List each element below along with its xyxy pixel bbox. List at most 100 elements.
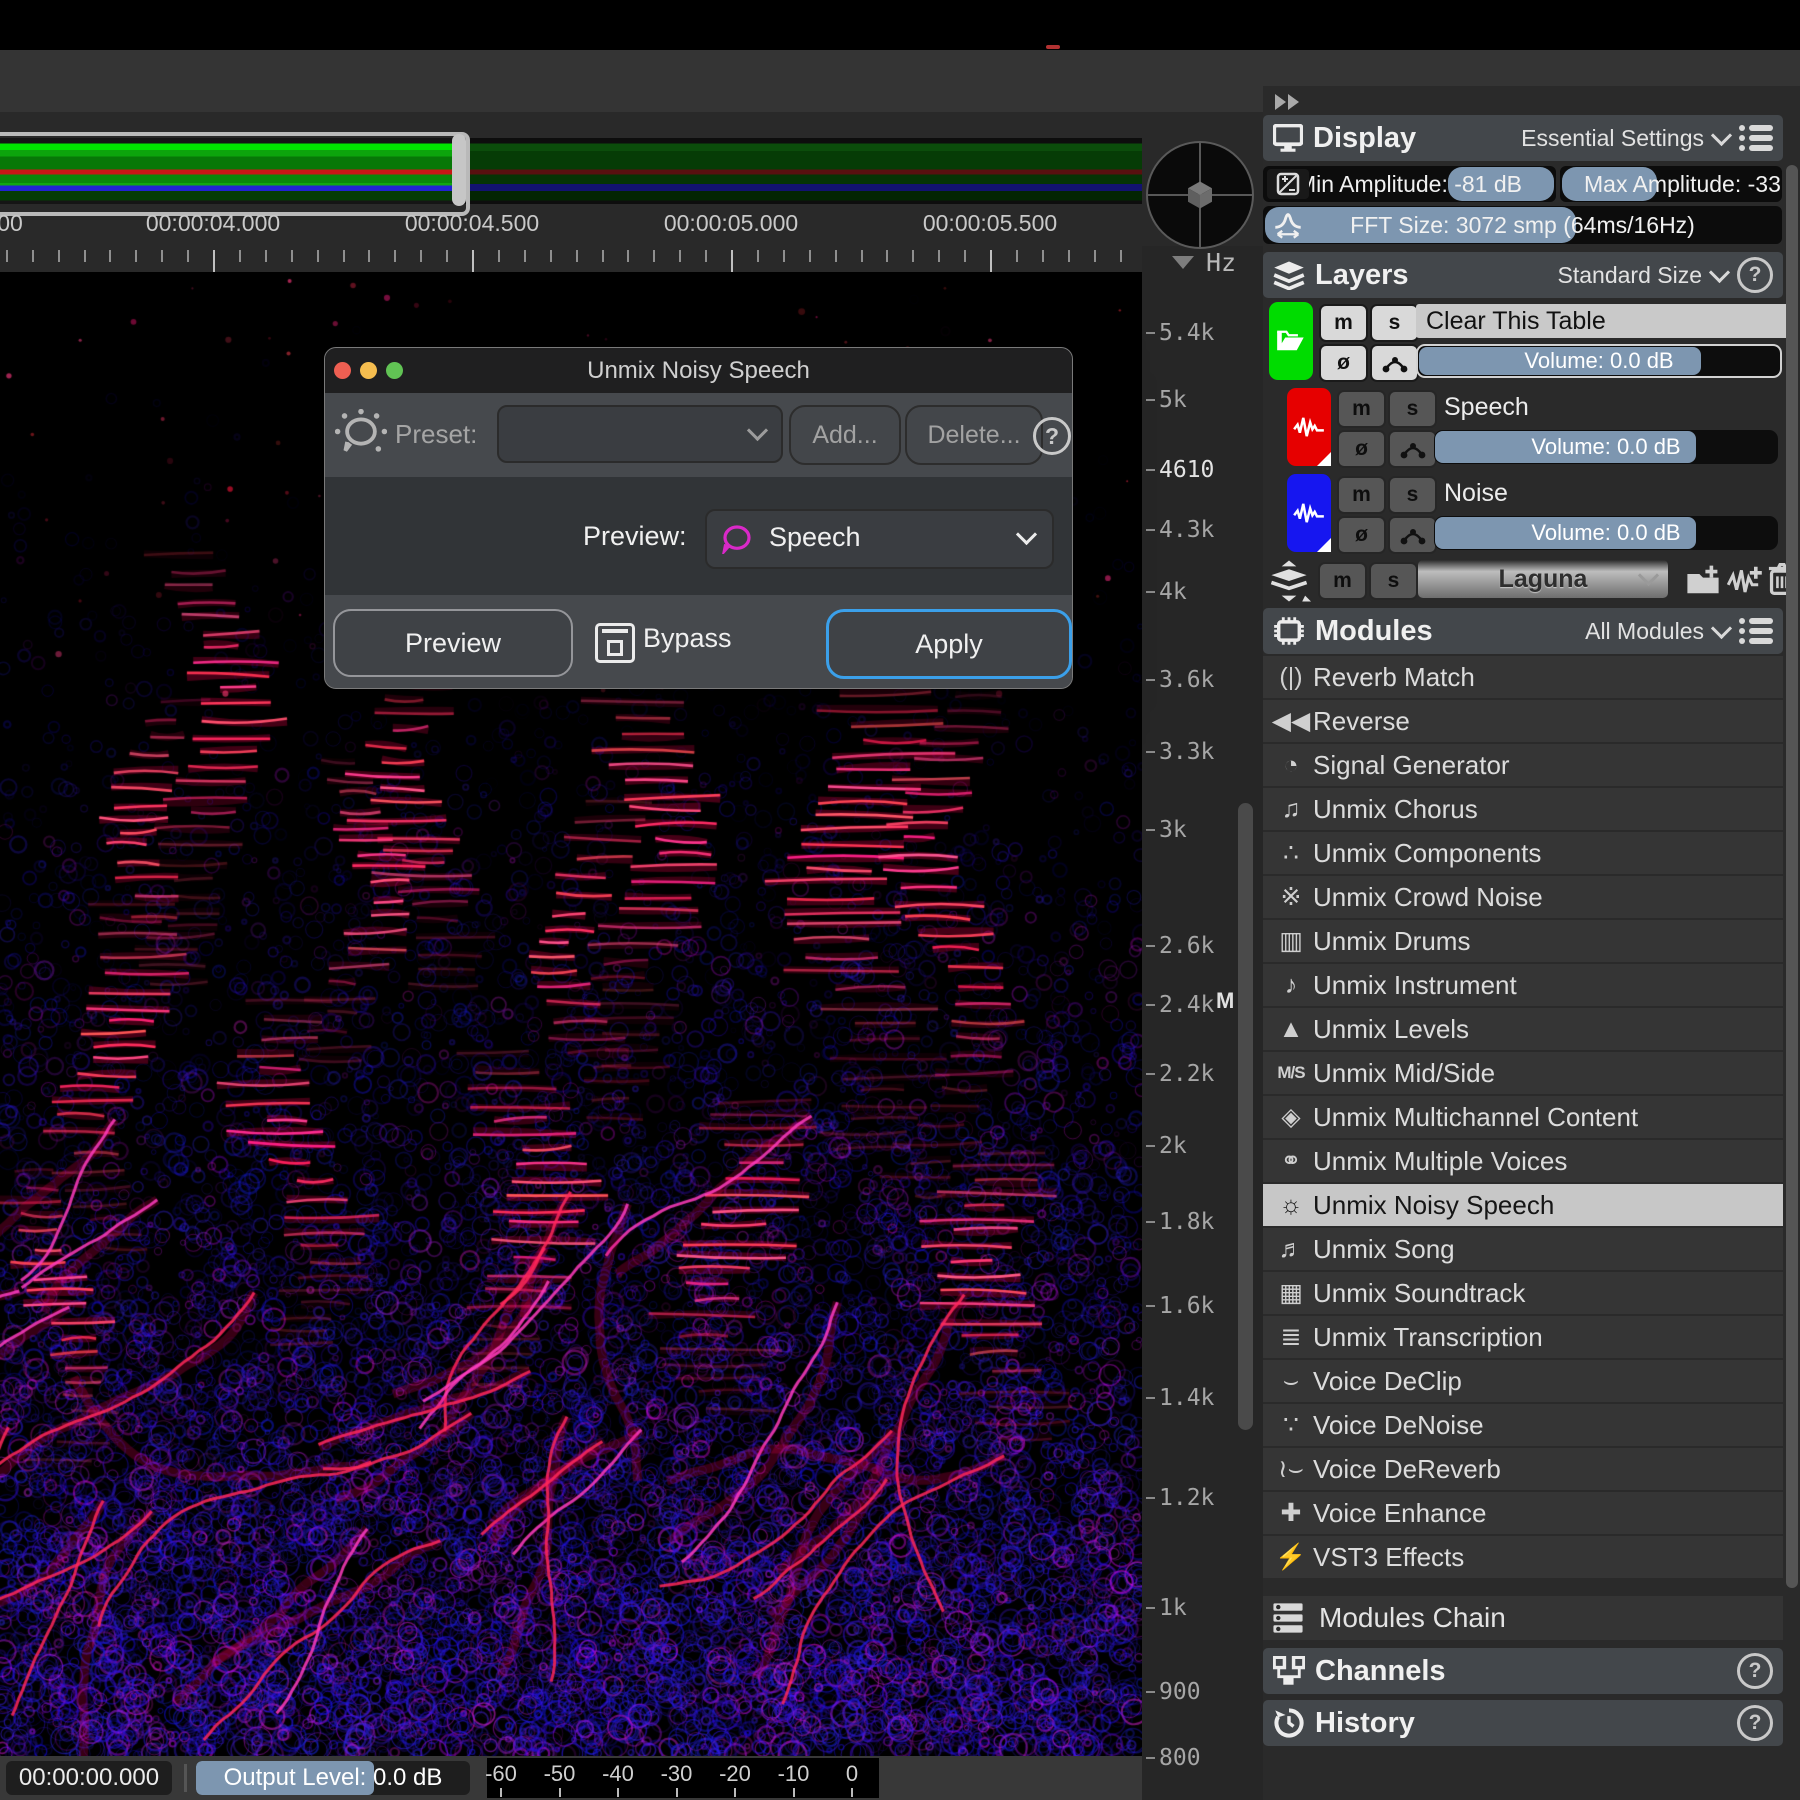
module-item-reverse[interactable]: ◀◀Reverse [1263,700,1783,744]
overview-viewport-handle[interactable] [452,134,466,206]
module-label: Signal Generator [1313,750,1510,781]
module-item-unmix-mid-side[interactable]: M/SUnmix Mid/Side [1263,1052,1783,1096]
layer-solo-button[interactable]: s [1388,390,1437,428]
history-section-header[interactable]: History ? [1263,1700,1783,1746]
fft-size-slider[interactable]: FFT Size: 3072 smp (64ms/16Hz) [1263,206,1782,244]
unmix-noisy-speech-icon: ☼ [1269,1191,1313,1220]
spectrogram-vscrollbar[interactable] [1238,803,1253,1430]
module-item-voice-dereverb[interactable]: ≀⌣Voice DeReverb [1263,1448,1783,1492]
preset-dropdown[interactable] [497,405,783,463]
dialog-help-button[interactable]: ? [1033,417,1071,455]
ruler-tick [627,250,629,262]
module-item-unmix-multichannel-content[interactable]: ◈Unmix Multichannel Content [1263,1096,1783,1140]
preset-row: Preset: Add... Delete... ? [325,393,1072,477]
module-item-voice-declip[interactable]: ⌣Voice DeClip [1263,1360,1783,1404]
frequency-marker: M [1216,988,1234,1014]
layer-envelope-button[interactable] [1388,430,1437,468]
history-help-button[interactable]: ? [1737,1705,1773,1741]
module-item-signal-generator[interactable]: ◔Signal Generator [1263,744,1783,788]
output-level-text: Output Level: 0.0 dB [196,1761,470,1795]
module-item-unmix-noisy-speech[interactable]: ☼Unmix Noisy Speech [1263,1184,1783,1228]
add-preset-button[interactable]: Add... [789,405,901,465]
meter-tick [617,1788,619,1797]
overview-viewport[interactable] [0,132,470,216]
ruler-tick [135,250,137,262]
module-item-unmix-components[interactable]: ∴Unmix Components [1263,832,1783,876]
group-solo-button[interactable]: s [1369,562,1418,600]
display-menu-icon[interactable] [1739,125,1773,151]
module-item-unmix-levels[interactable]: ▲Unmix Levels [1263,1008,1783,1052]
layer-name[interactable]: Noise [1434,476,1790,510]
record-indicator [1046,45,1060,49]
layer-name[interactable]: Speech [1434,390,1790,424]
module-item-vst3-effects[interactable]: ⚡VST3 Effects [1263,1536,1783,1580]
bypass-icon[interactable] [595,623,635,663]
dialog-titlebar[interactable]: Unmix Noisy Speech [325,348,1072,393]
layer-solo-button[interactable]: s [1370,304,1419,342]
panel-scrollbar[interactable] [1786,165,1798,1588]
display-section-header[interactable]: Display Essential Settings [1263,115,1783,161]
layers-section-header[interactable]: Layers Standard Size ? [1263,252,1783,298]
waveform-overview-outside[interactable] [462,138,1142,204]
freq-label: 800 [1146,1745,1201,1771]
collapse-panel-icon[interactable] [1273,92,1303,112]
layer-phase-button[interactable]: ø [1319,344,1368,382]
ruler-tick [705,250,707,262]
modules-menu-icon[interactable] [1739,618,1773,644]
layer-solo-button[interactable]: s [1388,476,1437,514]
apply-button[interactable]: Apply [826,609,1072,679]
layer-name[interactable]: Clear This Table [1416,304,1790,338]
unmix-instrument-icon: ♪ [1269,971,1313,1000]
3d-navigator[interactable] [1146,141,1254,249]
modules-section-header[interactable]: Modules All Modules [1263,608,1783,654]
channels-section-header[interactable]: Channels ? [1263,1648,1783,1694]
max-amplitude-slider[interactable]: Max Amplitude: -33 dB [1560,166,1782,202]
meter-tick-label: -50 [544,1761,576,1787]
layer-mute-button[interactable]: m [1337,476,1386,514]
layer-color-icon[interactable] [1269,302,1313,380]
module-item-unmix-crowd-noise[interactable]: ※Unmix Crowd Noise [1263,876,1783,920]
module-item-unmix-multiple-voices[interactable]: ⚭Unmix Multiple Voices [1263,1140,1783,1184]
min-amplitude-slider[interactable]: Min Amplitude: -81 dB [1263,166,1556,202]
group-mute-button[interactable]: m [1318,562,1367,600]
module-item-unmix-instrument[interactable]: ♪Unmix Instrument [1263,964,1783,1008]
voice-dereverb-icon: ≀⌣ [1269,1454,1313,1484]
group-preset-dropdown[interactable]: Laguna [1418,560,1668,598]
modules-filter-select[interactable]: All Modules [1585,618,1704,645]
module-item-unmix-song[interactable]: ♬Unmix Song [1263,1228,1783,1272]
meter-tick [676,1788,678,1797]
new-group-icon[interactable] [1685,564,1721,596]
module-item-voice-denoise[interactable]: ∵Voice DeNoise [1263,1404,1783,1448]
layers-size-select[interactable]: Standard Size [1558,262,1702,289]
layer-envelope-button[interactable] [1370,344,1419,382]
layer-volume-slider[interactable]: Volume: 0.0 dB [1434,430,1778,464]
module-item-voice-enhance[interactable]: ✚Voice Enhance [1263,1492,1783,1536]
layer-stack-icon[interactable] [1267,560,1311,602]
module-item-reverb-match[interactable]: (|)Reverb Match [1263,656,1783,700]
meter-tick [793,1788,795,1797]
layer-color-icon[interactable] [1287,474,1331,552]
layers-help-button[interactable]: ? [1737,257,1773,293]
module-item-unmix-transcription[interactable]: ≣Unmix Transcription [1263,1316,1783,1360]
output-level-control[interactable]: Output Level: 0.0 dB [196,1761,470,1795]
new-layer-icon[interactable] [1727,564,1763,596]
unmix-multiple-voices-icon: ⚭ [1269,1146,1313,1176]
layer-volume-slider[interactable]: Volume: 0.0 dB [1416,344,1782,378]
layer-mute-button[interactable]: m [1337,390,1386,428]
delete-preset-button[interactable]: Delete... [905,405,1043,465]
preview-button[interactable]: Preview [333,609,573,677]
unmix-components-icon: ∴ [1269,838,1313,868]
layer-volume-slider[interactable]: Volume: 0.0 dB [1434,516,1778,550]
layer-envelope-button[interactable] [1388,516,1437,554]
display-preset-select[interactable]: Essential Settings [1521,125,1704,152]
preview-target-dropdown[interactable]: Speech [705,509,1054,569]
module-item-unmix-chorus[interactable]: ♫Unmix Chorus [1263,788,1783,832]
modules-chain-item[interactable]: Modules Chain [1263,1596,1783,1640]
layer-phase-button[interactable]: ø [1337,516,1386,554]
module-item-unmix-soundtrack[interactable]: ▦Unmix Soundtrack [1263,1272,1783,1316]
module-item-unmix-drums[interactable]: ▥Unmix Drums [1263,920,1783,964]
layer-phase-button[interactable]: ø [1337,430,1386,468]
layer-color-icon[interactable] [1287,388,1331,466]
channels-help-button[interactable]: ? [1737,1653,1773,1689]
layer-mute-button[interactable]: m [1319,304,1368,342]
